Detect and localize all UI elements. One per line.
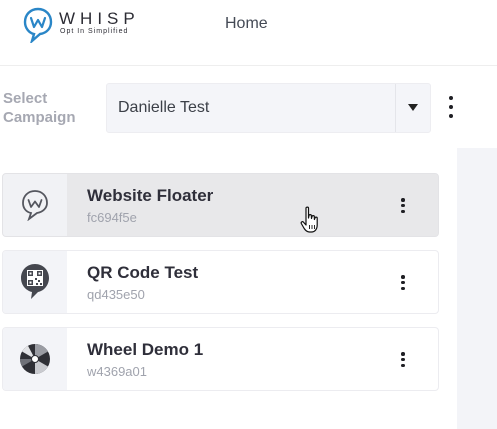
list-item-website-floater[interactable]: Website Floater fc694f5e <box>2 173 439 237</box>
select-campaign-label: Select Campaign <box>3 90 76 126</box>
card-thumbnail <box>3 328 67 390</box>
item-name: Wheel Demo 1 <box>87 340 204 359</box>
wheel-icon <box>19 344 50 374</box>
top-header: WHISP Opt In Simplified Home <box>0 0 497 66</box>
whisp-logo[interactable]: WHISP Opt In Simplified <box>23 7 153 47</box>
item-id: qd435e50 <box>87 287 145 302</box>
qr-code-icon <box>21 264 49 299</box>
item-id: w4369a01 <box>87 364 147 379</box>
card-thumbnail <box>3 174 67 236</box>
item-id: fc694f5e <box>87 210 137 225</box>
item-name: Website Floater <box>87 186 214 205</box>
nav-home-link[interactable]: Home <box>225 15 268 33</box>
item-more-icon[interactable] <box>400 275 406 290</box>
list-item-qr-code-test[interactable]: QR Code Test qd435e50 <box>2 250 439 314</box>
card-thumbnail <box>3 251 67 313</box>
item-name: QR Code Test <box>87 263 199 282</box>
list-item-wheel-demo-1[interactable]: Wheel Demo 1 w4369a01 <box>2 327 439 391</box>
select-divider <box>395 84 396 132</box>
campaign-more-icon[interactable] <box>446 96 456 118</box>
chat-bubble-icon <box>22 190 48 221</box>
item-more-icon[interactable] <box>400 198 406 213</box>
campaign-select-value: Danielle Test <box>118 99 210 116</box>
item-more-icon[interactable] <box>400 352 406 367</box>
campaign-select[interactable]: Danielle Test <box>106 83 431 133</box>
caret-down-icon[interactable] <box>408 104 418 111</box>
logo-wordmark: WHISP <box>59 9 140 28</box>
logo-bubble-icon <box>23 7 53 43</box>
side-background <box>457 148 497 429</box>
logo-tagline: Opt In Simplified <box>60 28 129 35</box>
